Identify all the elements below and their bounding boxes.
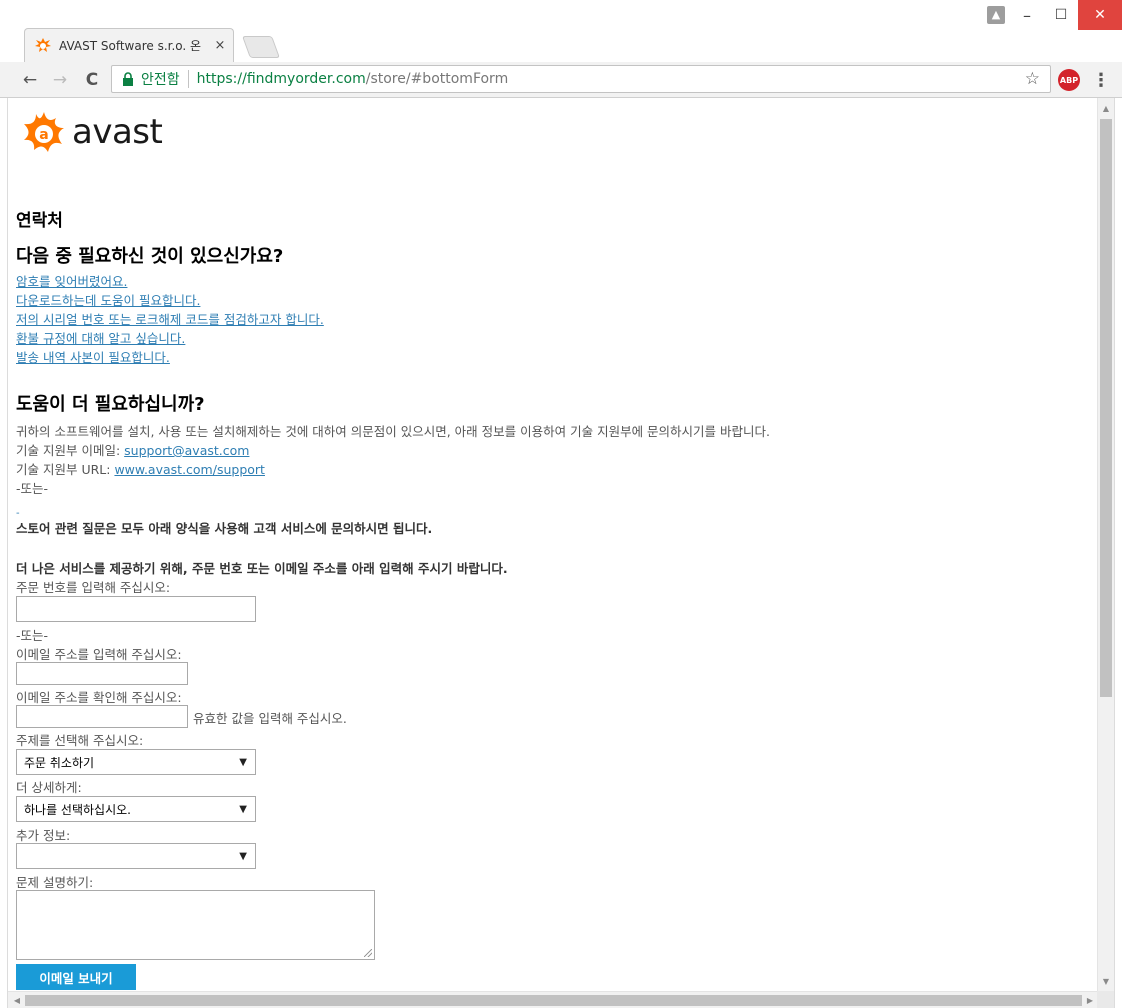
browser-menu-icon[interactable]: ⋮ [1092,69,1110,91]
email-input[interactable] [16,662,188,685]
contact-heading: 연락처 [16,211,63,231]
help-links: 암호를 잊어버렸어요. 다운로드하는데 도움이 필요합니다. 저의 시리얼 번호… [16,272,324,367]
topic-select[interactable]: 주문 취소하기 ▼ [16,749,256,775]
store-note: 스토어 관련 질문은 모두 아래 양식을 사용해 고객 서비스에 문의하시면 됩… [16,521,433,536]
order-number-input[interactable] [16,596,256,622]
confirm-email-input[interactable] [16,705,188,728]
window-controls: ▲ – ☐ ✕ [982,0,1122,30]
user-icon: ▲ [987,6,1005,24]
address-separator [187,70,189,88]
new-tab-button[interactable] [241,36,281,58]
describe-textarea[interactable] [16,890,375,960]
chevron-down-icon: ▼ [239,757,247,768]
lock-icon [123,72,133,86]
tab-title: AVAST Software s.r.o. 온 [59,38,202,53]
scroll-right-icon[interactable]: ▶ [1082,992,1098,1008]
avast-wordmark: avast [72,112,163,152]
validation-message: 유효한 값을 입력해 주십시오. [193,711,347,726]
horizontal-scrollbar[interactable]: ◀ ▶ [8,991,1099,1008]
url-host: https://findmyorder.com [196,71,366,87]
url-path: /store/#bottomForm [365,71,509,87]
scroll-left-icon[interactable]: ◀ [9,992,25,1008]
browser-toolbar: ← → C 안전함 https://findmyorder.com /store… [0,62,1122,98]
avast-logo-icon: a [24,112,64,152]
confirm-email-label: 이메일 주소를 확인해 주십시오: [16,690,182,705]
close-window-button[interactable]: ✕ [1078,0,1122,30]
detail-select[interactable]: 하나를 선택하십시오. ▼ [16,796,256,822]
support-email-row: 기술 지원부 이메일: support@avast.com [16,441,770,460]
scrollbar-corner [1097,991,1114,1008]
avast-favicon-icon [34,37,52,53]
describe-label: 문제 설명하기: [16,875,94,890]
tab-close-icon[interactable]: × [211,36,229,54]
tab-strip: AVAST Software s.r.o. 온 × ▲ – ☐ ✕ [0,0,1122,62]
extra-info-label: 추가 정보: [16,828,71,843]
or-separator: -또는- [16,628,49,643]
back-arrow-icon[interactable]: ← [18,68,42,92]
maximize-button[interactable]: ☐ [1044,0,1078,30]
browser-chrome: AVAST Software s.r.o. 온 × ▲ – ☐ ✕ ← → C … [0,0,1122,98]
support-email-link[interactable]: support@avast.com [124,443,249,458]
secure-label: 안전함 [141,72,180,88]
more-help-heading: 도움이 더 필요하십니까? [16,394,205,415]
support-text: 귀하의 소프트웨어를 설치, 사용 또는 설치해제하는 것에 대하여 의문점이 … [16,424,770,439]
link-forgot-password[interactable]: 암호를 잊어버렸어요. [16,272,324,291]
support-url-link[interactable]: www.avast.com/support [114,462,265,477]
chevron-down-icon: ▼ [239,804,247,815]
detail-select-value: 하나를 선택하십시오. [24,802,131,817]
tab-avast[interactable]: AVAST Software s.r.o. 온 × [34,28,239,62]
topic-select-value: 주문 취소하기 [24,755,95,770]
forward-arrow-icon[interactable]: → [48,68,72,92]
support-url-label: 기술 지원부 URL: [16,462,115,477]
vertical-scroll-thumb[interactable] [1100,119,1112,697]
horizontal-scroll-thumb[interactable] [25,995,1082,1006]
send-email-button[interactable]: 이메일 보내기 [16,964,136,990]
link-shipping-copy[interactable]: 발송 내역 사본이 필요합니다. [16,348,324,367]
order-number-label: 주문 번호를 입력해 주십시오: [16,580,171,595]
avast-logo[interactable]: a avast [20,110,163,154]
page-viewport: a avast 연락처 다음 중 필요하신 것이 있으신가요? 암호를 잊어버렸… [7,98,1115,1008]
need-heading: 다음 중 필요하신 것이 있으신가요? [16,246,284,267]
service-note: 더 나은 서비스를 제공하기 위해, 주문 번호 또는 이메일 주소를 아래 입… [16,561,508,576]
link-serial-number[interactable]: 저의 시리얼 번호 또는 로크해제 코드를 점검하고자 합니다. [16,310,324,329]
support-info: 귀하의 소프트웨어를 설치, 사용 또는 설치해제하는 것에 대하여 의문점이 … [16,422,770,498]
vertical-scrollbar[interactable]: ▲ ▼ [1097,98,1114,991]
resize-grip-icon[interactable] [364,949,372,957]
chevron-down-icon: ▼ [239,851,247,862]
address-bar[interactable]: 안전함 https://findmyorder.com /store/#bott… [111,65,1051,93]
minimize-button[interactable]: – [1010,0,1044,30]
scroll-down-icon[interactable]: ▼ [1098,973,1114,989]
or-text: -또는- [16,481,49,496]
svg-text:a: a [39,127,48,143]
extra-info-select[interactable]: ▼ [16,843,256,869]
adblock-plus-icon[interactable]: ABP [1058,69,1080,91]
detail-label: 더 상세하게: [16,780,82,795]
support-email-label: 기술 지원부 이메일: [16,443,125,458]
email-label: 이메일 주소를 입력해 주십시오: [16,647,182,662]
reload-icon[interactable]: C [80,68,104,92]
support-url-row: 기술 지원부 URL: www.avast.com/support [16,460,770,479]
user-profile-button[interactable]: ▲ [982,0,1010,30]
topic-label: 주제를 선택해 주십시오: [16,733,144,748]
link-refund-policy[interactable]: 환불 규정에 대해 알고 싶습니다. [16,329,324,348]
link-download-help[interactable]: 다운로드하는데 도움이 필요합니다. [16,291,324,310]
scroll-up-icon[interactable]: ▲ [1098,100,1114,116]
bookmark-star-icon[interactable]: ☆ [1025,69,1040,89]
